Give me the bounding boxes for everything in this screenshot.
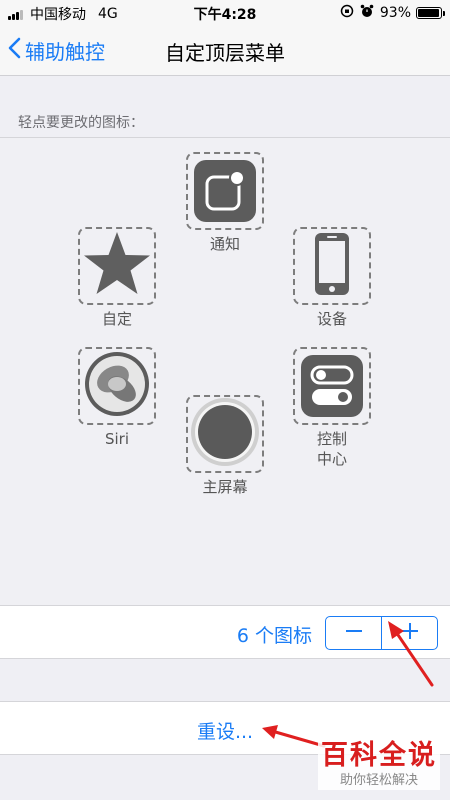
- slot-label: 控制 中心: [316, 430, 347, 468]
- watermark-logo: 百科全说 助你轻松解决: [318, 740, 440, 790]
- icon-count-stepper: [325, 616, 438, 650]
- battery-icon: [416, 7, 445, 19]
- star-icon: [82, 230, 152, 302]
- device-icon: [312, 231, 352, 301]
- slot-label: 设备: [316, 310, 347, 328]
- status-right: 93%: [340, 4, 445, 22]
- siri-icon: [82, 349, 152, 423]
- nav-bar: 辅助触控 自定顶层菜单: [0, 26, 450, 76]
- slot-label: Siri: [104, 430, 130, 448]
- back-button[interactable]: 辅助触控: [8, 36, 105, 65]
- slot-frame: [293, 227, 371, 305]
- icon-slot-notification[interactable]: 通知: [186, 152, 264, 254]
- plus-icon: [400, 621, 420, 645]
- back-button-label: 辅助触控: [25, 40, 105, 64]
- battery-percent: 93%: [379, 5, 411, 21]
- control-center-icon: [301, 355, 363, 417]
- watermark-subtitle: 助你轻松解决: [339, 773, 418, 788]
- rotation-lock-icon: [340, 4, 354, 22]
- alarm-icon: [360, 4, 374, 22]
- notification-icon: [194, 160, 256, 222]
- home-button-icon: [189, 396, 261, 472]
- icon-count-row: 6 个图标: [0, 605, 450, 659]
- decrement-button[interactable]: [326, 617, 381, 649]
- increment-button[interactable]: [382, 617, 437, 649]
- slot-frame: [78, 347, 156, 425]
- icon-slot-siri[interactable]: Siri: [78, 347, 156, 449]
- icon-slot-custom[interactable]: 自定: [78, 227, 156, 329]
- slot-label: 通知: [209, 235, 240, 253]
- slot-frame: [293, 347, 371, 425]
- icon-slot-control-center[interactable]: 控制 中心: [293, 347, 371, 469]
- minus-icon: [344, 621, 364, 645]
- section-header: 轻点要更改的图标：: [18, 115, 144, 131]
- icon-slot-home[interactable]: 主屏幕: [186, 395, 264, 497]
- chevron-left-icon: [8, 37, 25, 64]
- slot-label: 主屏幕: [202, 478, 248, 496]
- icon-count-label: 6 个图标: [236, 625, 312, 647]
- icon-slot-device[interactable]: 设备: [293, 227, 371, 329]
- slot-frame: [186, 152, 264, 230]
- status-bar: 中国移动 4G 下午4:28 93%: [0, 0, 450, 26]
- slot-frame: [78, 227, 156, 305]
- slot-frame: [186, 395, 264, 473]
- watermark-title: 百科全说: [321, 740, 437, 771]
- reset-label: 重设...: [196, 721, 254, 743]
- slot-label: 自定: [101, 310, 132, 328]
